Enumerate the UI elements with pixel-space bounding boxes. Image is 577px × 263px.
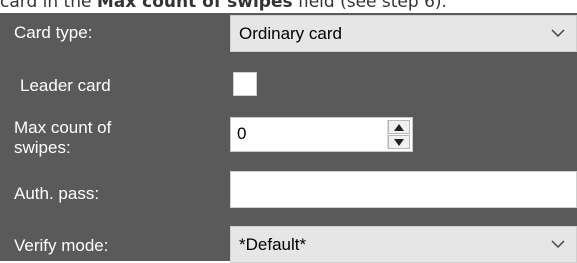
card-type-value: Ordinary card xyxy=(239,24,342,43)
arrow-up-icon xyxy=(394,124,404,131)
leader-card-label: Leader card xyxy=(20,76,111,95)
verify-mode-label: Verify mode: xyxy=(14,236,109,255)
max-swipes-spinbox[interactable]: 0 xyxy=(230,117,413,152)
card-type-label: Card type: xyxy=(14,23,93,42)
card-type-dropdown[interactable]: Ordinary card xyxy=(230,15,577,52)
spin-up-button[interactable] xyxy=(388,120,410,134)
doc-text-suffix: field (see step 6). xyxy=(292,0,447,12)
verify-mode-value: *Default* xyxy=(239,235,307,254)
doc-text-bold: Max count of swipes xyxy=(96,0,293,12)
arrow-down-icon xyxy=(394,139,404,146)
verify-mode-dropdown[interactable]: *Default* xyxy=(230,226,577,263)
leader-card-checkbox[interactable] xyxy=(233,72,257,96)
card-settings-panel: Card type: Ordinary card Leader card Max… xyxy=(0,13,577,263)
max-swipes-label-line2: swipes: xyxy=(14,138,71,157)
max-swipes-value: 0 xyxy=(237,124,247,143)
auth-pass-label: Auth. pass: xyxy=(14,184,100,203)
chevron-down-icon xyxy=(551,240,565,249)
spin-buttons xyxy=(387,120,410,149)
chevron-down-icon xyxy=(551,29,565,38)
doc-text-prefix: card in the xyxy=(0,0,97,12)
spin-down-button[interactable] xyxy=(388,135,410,149)
max-swipes-label: Max count of swipes: xyxy=(14,118,111,158)
max-swipes-label-line1: Max count of xyxy=(14,118,112,137)
auth-pass-input[interactable] xyxy=(230,171,577,208)
document-text-line: card in the Max count of swipes field (s… xyxy=(0,0,577,14)
